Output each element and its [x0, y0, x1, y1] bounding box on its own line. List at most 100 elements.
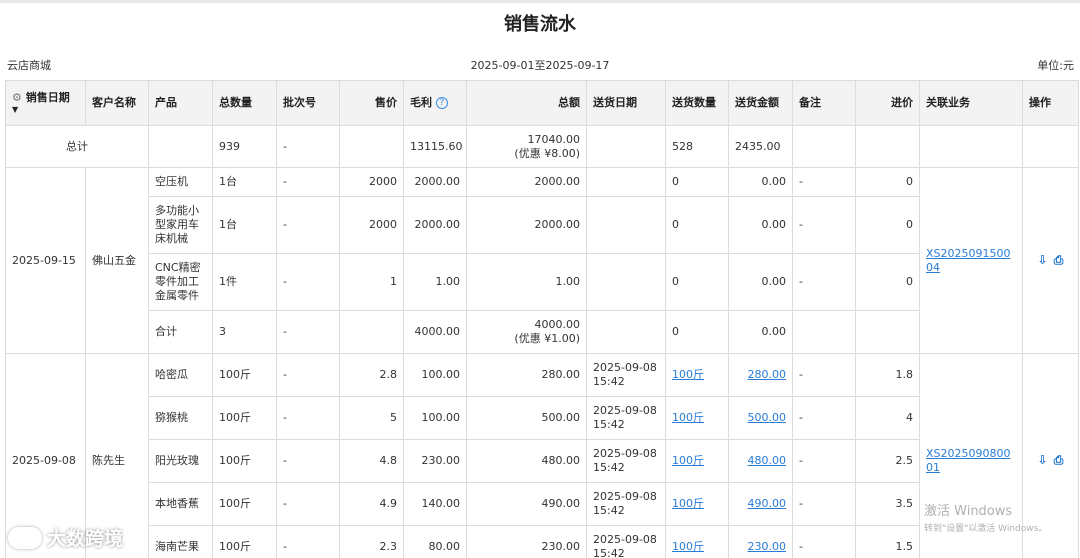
deliver-amount-link[interactable]: 230.00: [748, 540, 787, 553]
cell-empty: [855, 310, 920, 354]
item-note: -: [792, 167, 856, 197]
item-cost: 3.5: [855, 482, 920, 526]
deliver-qty-link[interactable]: 100斤: [672, 454, 704, 467]
item-note: -: [792, 396, 856, 440]
item-deliver-amount: 480.00: [728, 439, 793, 483]
download-icon[interactable]: ⇩: [1036, 253, 1050, 267]
table-row: 猕猴桃 100斤 - 5 100.00 500.00 2025-09-08 15…: [6, 396, 1079, 440]
page-title: 销售流水: [504, 14, 576, 35]
item-qty: 1台: [212, 196, 277, 254]
col-product: 产品: [148, 80, 213, 126]
item-deliver-qty: 100斤: [665, 482, 729, 526]
related-order-link[interactable]: XS202509080001: [926, 447, 1011, 474]
item-deliver-qty: 100斤: [665, 353, 729, 397]
deliver-qty-link[interactable]: 100斤: [672, 540, 704, 553]
table-row: 2025-09-08 陈先生 哈密瓜 100斤 - 2.8 100.00 280…: [5, 353, 1079, 558]
col-customer: 客户名称: [85, 80, 149, 126]
subtotal-label: 合计: [148, 310, 213, 354]
table-row: 多功能小型家用车床机械 1台 - 2000 2000.00 2000.00 0 …: [6, 196, 1079, 254]
subtotal-row: 合计 3 - 4000.00 4000.00 (优惠 ¥1.00) 0 0.00: [6, 310, 1079, 354]
col-actions: 操作: [1022, 80, 1079, 126]
date-range: 2025-09-01至2025-09-17: [470, 59, 610, 72]
print-icon[interactable]: ⎙: [1052, 454, 1066, 467]
subtotal-deliver-amount: 0.00: [728, 310, 793, 354]
table-row: CNC精密零件加工金属零件 1件 - 1 1.00 1.00 0 0.00 - …: [6, 253, 1079, 311]
col-amount: 总额: [466, 80, 587, 126]
item-profit: 100.00: [403, 396, 467, 440]
caret-down-icon[interactable]: ▼: [12, 105, 79, 115]
item-batch: -: [276, 196, 340, 254]
item-profit: 2000.00: [403, 167, 467, 197]
table-row: 2025-09-15 佛山五金 空压机 1台 - 2000 2000.00 20…: [5, 167, 1079, 354]
cell-empty: [339, 310, 404, 354]
item-qty: 100斤: [212, 353, 277, 397]
item-qty: 1件: [212, 253, 277, 311]
brand-watermark: 大数跨境: [8, 524, 123, 551]
item-amount: 280.00: [466, 353, 587, 397]
col-related: 关联业务: [919, 80, 1023, 126]
download-icon[interactable]: ⇩: [1036, 454, 1050, 467]
item-cost: 4: [855, 396, 920, 440]
col-price: 售价: [339, 80, 404, 126]
item-cost: 2.5: [855, 439, 920, 483]
help-circle-icon[interactable]: ?: [435, 97, 448, 109]
item-profit: 140.00: [403, 482, 467, 526]
deliver-qty-link[interactable]: 100斤: [672, 497, 704, 510]
cell-empty: [919, 125, 1023, 168]
item-deliver-date: 2025-09-08 15:42: [586, 525, 666, 558]
item-profit: 230.00: [403, 439, 467, 483]
item-profit: 1.00: [403, 253, 467, 311]
group-related-link: XS202509150004: [919, 167, 1023, 354]
col-deliver-date: 送货日期: [586, 80, 666, 126]
cell-empty: [792, 125, 856, 168]
item-qty: 100斤: [212, 396, 277, 440]
item-note: -: [792, 525, 856, 558]
cell-empty: [586, 125, 666, 168]
item-product: 阳光玫瑰: [148, 439, 213, 483]
item-profit: 80.00: [403, 525, 467, 558]
item-qty: 1台: [212, 167, 277, 197]
print-icon[interactable]: ⎙: [1052, 253, 1066, 267]
item-price: 2.8: [339, 353, 404, 397]
item-cost: 1.8: [855, 353, 920, 397]
item-note: -: [792, 253, 856, 311]
group-customer: 佛山五金: [85, 167, 149, 354]
deliver-amount-link[interactable]: 490.00: [748, 497, 787, 510]
col-deliver-qty: 送货数量: [665, 80, 729, 126]
item-note: -: [792, 353, 856, 397]
total-label: 总计: [5, 125, 149, 168]
deliver-qty-link[interactable]: 100斤: [672, 368, 704, 381]
item-note: -: [792, 482, 856, 526]
cell-empty: [339, 125, 404, 168]
total-deliver-qty: 528: [665, 125, 729, 168]
col-deliver-amount: 送货金额: [728, 80, 793, 126]
cell-empty: [1022, 125, 1079, 168]
item-amount: 480.00: [466, 439, 587, 483]
related-order-link[interactable]: XS202509150004: [926, 247, 1011, 274]
deliver-qty-link[interactable]: 100斤: [672, 411, 704, 424]
item-product: 海南芒果: [148, 525, 213, 558]
deliver-amount-link[interactable]: 500.00: [748, 411, 787, 424]
col-cost: 进价: [855, 80, 920, 126]
col-batch: 批次号: [276, 80, 340, 126]
item-amount: 490.00: [466, 482, 587, 526]
col-sale-date[interactable]: ⚙ 销售日期 ▼: [5, 80, 86, 126]
item-deliver-amount: 0.00: [728, 196, 793, 254]
subtotal-batch: -: [276, 310, 340, 354]
cell-empty: [586, 310, 666, 354]
group-actions: ⇩ ⎙: [1022, 167, 1079, 354]
item-deliver-date: [586, 253, 666, 311]
deliver-amount-link[interactable]: 280.00: [748, 368, 787, 381]
item-amount: 2000.00: [466, 167, 587, 197]
subtotal-deliver-qty: 0: [665, 310, 729, 354]
deliver-amount-link[interactable]: 480.00: [748, 454, 787, 467]
item-cost: 1.5: [855, 525, 920, 558]
gear-icon[interactable]: ⚙: [12, 91, 22, 104]
total-batch: -: [276, 125, 340, 168]
item-price: 4.8: [339, 439, 404, 483]
item-deliver-amount: 500.00: [728, 396, 793, 440]
group-date: 2025-09-15: [5, 167, 86, 354]
item-product: 本地香蕉: [148, 482, 213, 526]
item-deliver-amount: 0.00: [728, 253, 793, 311]
item-deliver-qty: 0: [665, 167, 729, 197]
